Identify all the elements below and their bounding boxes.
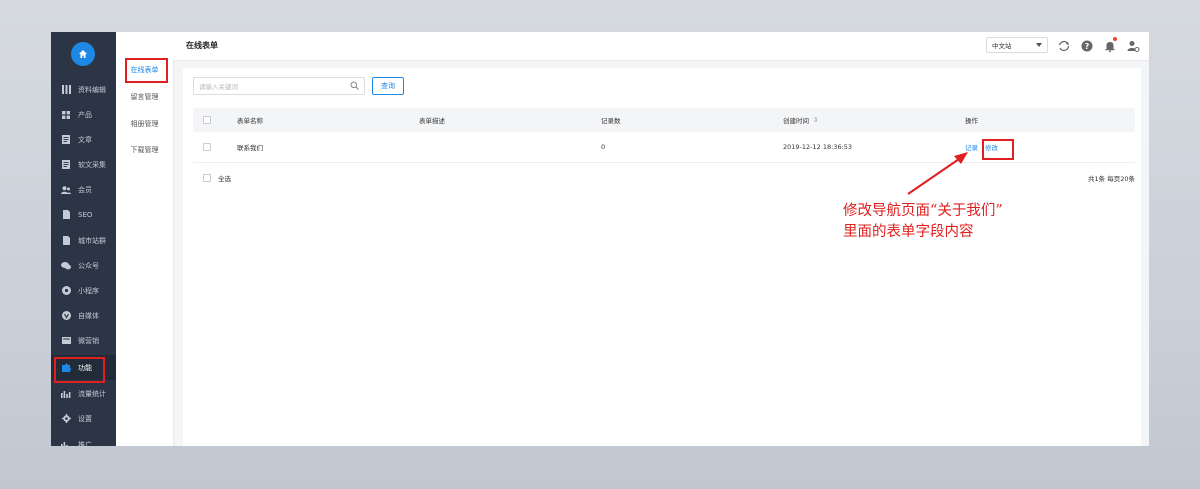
table-header: 表单名称 表单描述 记录数 创建时间 ⇕ 操作	[193, 108, 1135, 132]
file-icon	[58, 210, 74, 219]
form-created-time: 2019-12-12 18:36:53	[783, 143, 853, 151]
table-row: 联系我们 0 2019-12-12 18:36:53 记录 修改	[193, 132, 1135, 163]
subnav-item-albums[interactable]: 相册管理	[116, 114, 173, 134]
sidebar-item-label: 文章	[78, 135, 92, 144]
notification-dot	[1113, 37, 1117, 41]
users-icon	[58, 185, 74, 194]
main-sidebar: 资料编辑 产品 文章 软文采集 会员 SEO 城市站群 公众号 小程序 自媒体 …	[51, 32, 116, 446]
annotation-note: 修改导航页面“关于我们” 里面的表单字段内容	[843, 201, 1003, 243]
form-record-count: 0	[601, 143, 606, 151]
sidebar-item-functions[interactable]: 功能	[51, 355, 116, 380]
subnav-item-messages[interactable]: 留言管理	[116, 87, 173, 107]
refresh-icon[interactable]	[1057, 38, 1071, 52]
row-checkbox[interactable]	[203, 143, 211, 151]
sidebar-item-label: 会员	[78, 185, 92, 194]
bar-chart-icon	[58, 390, 74, 398]
column-header-created-label: 创建时间	[783, 117, 809, 125]
form-name: 联系我们	[237, 144, 263, 152]
sidebar-item-label: 公众号	[78, 261, 99, 270]
sidebar-item-label: 功能	[78, 363, 92, 372]
page-title: 在线表单	[186, 41, 218, 50]
help-icon[interactable]: ?	[1080, 38, 1094, 52]
sidebar-item-label: SEO	[78, 210, 93, 219]
puzzle-icon	[58, 363, 74, 372]
select-all-checkbox[interactable]	[203, 174, 211, 182]
grid-icon	[58, 110, 74, 119]
home-icon[interactable]	[71, 42, 95, 66]
sidebar-item-label: 自媒体	[78, 311, 99, 320]
search-input[interactable]: 请输入关键词	[193, 77, 365, 95]
mini-program-icon	[58, 286, 74, 295]
annotation-line-2: 里面的表单字段内容	[843, 224, 974, 240]
records-link[interactable]: 记录	[965, 132, 978, 162]
sidebar-item-promotion[interactable]: 推广	[51, 432, 116, 446]
columns-icon	[58, 85, 74, 94]
select-all-header-checkbox[interactable]	[203, 116, 211, 124]
column-header-name: 表单名称	[237, 117, 263, 125]
column-header-actions: 操作	[965, 117, 978, 125]
sidebar-item-label: 流量统计	[78, 389, 106, 398]
sidebar-item-label: 软文采集	[78, 160, 106, 169]
subnav-item-downloads[interactable]: 下载管理	[116, 140, 173, 160]
marketing-icon	[58, 337, 74, 344]
search-icon	[350, 81, 359, 92]
sidebar-item-label: 设置	[78, 414, 92, 423]
bell-icon[interactable]	[1103, 37, 1117, 53]
sidebar-item-profile[interactable]: 资料编辑	[51, 77, 116, 102]
svg-text:?: ?	[1085, 42, 1090, 51]
gear-icon	[58, 414, 74, 423]
content-card: 请输入关键词 查询 表单名称 表单描述 记录数 创建时间 ⇕ 操作 联系我们 0…	[183, 68, 1141, 446]
search-placeholder: 请输入关键词	[199, 83, 238, 91]
sidebar-item-label: 城市站群	[78, 236, 106, 245]
sidebar-item-articles[interactable]: 文章	[51, 127, 116, 152]
sort-icon: ⇕	[813, 116, 819, 124]
bar-chart-icon	[58, 441, 74, 446]
language-select[interactable]: 中文站	[986, 37, 1048, 53]
sidebar-item-members[interactable]: 会员	[51, 177, 116, 202]
column-header-description: 表单描述	[419, 117, 445, 125]
edit-link[interactable]: 修改	[985, 132, 998, 162]
sidebar-item-label: 产品	[78, 110, 92, 119]
sidebar-item-settings[interactable]: 设置	[51, 406, 116, 431]
column-header-count: 记录数	[601, 117, 621, 125]
file-icon	[58, 236, 74, 245]
search-button[interactable]: 查询	[372, 77, 404, 95]
column-header-created[interactable]: 创建时间 ⇕	[783, 108, 818, 132]
sidebar-item-city-sites[interactable]: 城市站群	[51, 228, 116, 253]
user-settings-icon[interactable]	[1126, 38, 1140, 52]
caret-down-icon	[1036, 43, 1042, 47]
sidebar-item-traffic-stats[interactable]: 流量统计	[51, 381, 116, 406]
sidebar-item-products[interactable]: 产品	[51, 102, 116, 127]
sidebar-item-micro-marketing[interactable]: 微营销	[51, 328, 116, 353]
document-icon	[58, 160, 74, 169]
sidebar-item-label: 推广	[78, 440, 92, 447]
select-all-label: 全选	[218, 175, 231, 183]
sub-sidebar: 在线表单 留言管理 相册管理 下载管理	[116, 32, 174, 446]
annotation-line-1: 修改导航页面“关于我们”	[843, 203, 1003, 219]
subnav-item-online-forms[interactable]: 在线表单	[116, 60, 173, 80]
sidebar-item-label: 资料编辑	[78, 85, 106, 94]
table-footer: 全选 共1条 每页20条	[193, 168, 1135, 188]
pagination-summary: 共1条 每页20条	[1088, 175, 1135, 183]
sidebar-item-official-account[interactable]: 公众号	[51, 253, 116, 278]
sidebar-item-label: 微营销	[78, 336, 99, 345]
language-select-value: 中文站	[992, 42, 1012, 50]
media-icon	[58, 311, 74, 320]
sidebar-item-self-media[interactable]: 自媒体	[51, 303, 116, 328]
wechat-icon	[58, 261, 74, 270]
sidebar-item-collect[interactable]: 软文采集	[51, 152, 116, 177]
sidebar-item-label: 小程序	[78, 286, 99, 295]
top-bar: 在线表单 中文站 ?	[173, 32, 1149, 61]
document-icon	[58, 135, 74, 144]
sidebar-item-seo[interactable]: SEO	[51, 202, 116, 227]
sidebar-item-mini-program[interactable]: 小程序	[51, 278, 116, 303]
